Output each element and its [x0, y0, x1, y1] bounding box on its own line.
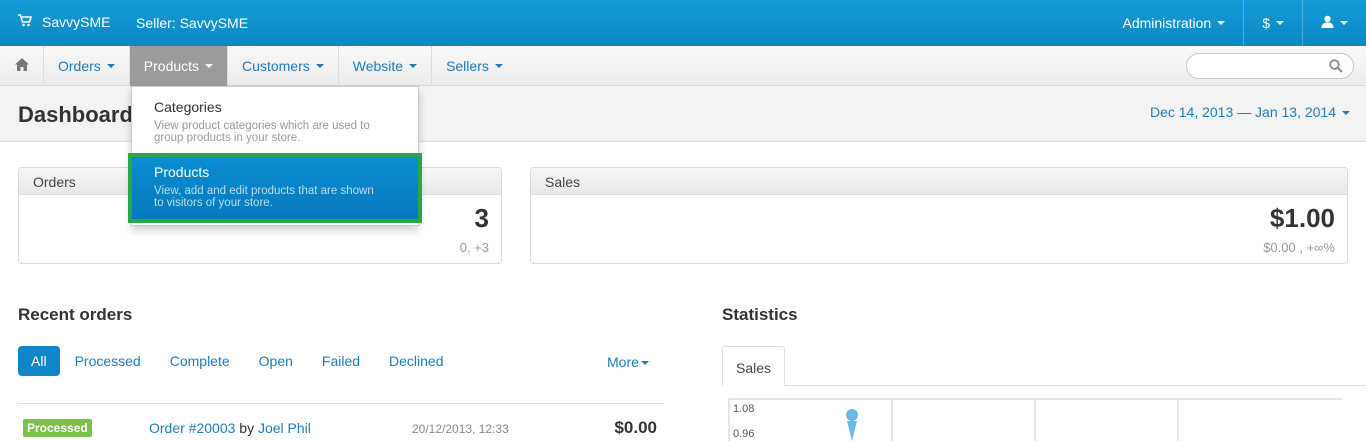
tab-all[interactable]: All: [18, 346, 60, 376]
orders-count: 3: [474, 203, 489, 233]
divider: [18, 403, 664, 404]
user-menu[interactable]: [1302, 0, 1366, 46]
desc-line: View, add and edit products that are sho…: [154, 185, 374, 197]
home-icon: [14, 58, 29, 74]
nav-customers[interactable]: Customers: [228, 46, 339, 86]
administration-label: Administration: [1122, 15, 1212, 31]
chevron-down-icon: [494, 64, 503, 68]
tab-open[interactable]: Open: [245, 347, 307, 375]
seller-label[interactable]: Seller: SavvySME: [136, 15, 248, 31]
tab-failed[interactable]: Failed: [308, 347, 374, 375]
chevron-down-icon: [640, 361, 649, 366]
order-status-tabs: All Processed Complete Open Failed Decli…: [18, 346, 459, 376]
more-tabs-menu[interactable]: More: [607, 354, 649, 370]
chevron-down-icon: [315, 64, 324, 68]
table-row: Processed Order #20003 by Joel Phil 20/1…: [18, 418, 664, 440]
tab-complete[interactable]: Complete: [156, 347, 244, 375]
chevron-down-icon: [1340, 21, 1348, 25]
main-nav: Orders Products Customers Website Seller…: [0, 46, 1366, 86]
products-dropdown-menu: Categories View product categories which…: [128, 86, 422, 226]
nav-products-label: Products: [143, 58, 200, 74]
desc-line: to visitors of your store.: [154, 197, 273, 209]
tab-sales[interactable]: Sales: [722, 346, 785, 386]
sales-chart: 1.08 0.96: [728, 398, 1342, 441]
currency-label: $: [1262, 15, 1270, 31]
search-icon[interactable]: [1329, 59, 1343, 76]
administration-menu[interactable]: Administration: [1105, 0, 1244, 46]
nav-orders[interactable]: Orders: [44, 46, 130, 86]
orders-change: 0, +3: [459, 240, 489, 255]
order-total: $0.00: [614, 418, 657, 437]
y-tick-label: 0.96: [733, 428, 754, 440]
brand[interactable]: SavvySME: [18, 14, 110, 30]
chevron-down-icon: [409, 64, 418, 68]
date-range-picker[interactable]: Dec 14, 2013 — Jan 13, 2014: [1150, 104, 1350, 120]
desc-line: group products in your store.: [154, 132, 301, 144]
top-bar: SavvySME Seller: SavvySME Administration…: [0, 0, 1366, 46]
chart-area: [847, 421, 857, 441]
statistics-title: Statistics: [722, 305, 798, 324]
brand-name: SavvySME: [42, 14, 111, 30]
currency-menu[interactable]: $: [1243, 0, 1302, 46]
recent-orders-title: Recent orders: [18, 305, 133, 324]
search-input[interactable]: [1186, 53, 1354, 79]
tab-processed[interactable]: Processed: [61, 347, 155, 375]
sales-summary-box: Sales $1.00 $0.00 , +∞%: [530, 167, 1348, 264]
status-badge: Processed: [23, 419, 92, 437]
order-by-text: by: [239, 420, 255, 436]
chevron-down-icon: [205, 64, 214, 68]
menu-item-categories-desc: View product categories which are used t…: [154, 120, 398, 144]
customer-link[interactable]: Joel Phil: [258, 420, 311, 436]
menu-item-products-title: Products: [154, 164, 210, 180]
nav-customers-label: Customers: [242, 58, 310, 74]
desc-line: View product categories which are used t…: [154, 120, 370, 132]
chevron-down-icon: [1276, 21, 1284, 25]
nav-orders-label: Orders: [58, 58, 101, 74]
nav-website-label: Website: [352, 58, 404, 74]
chevron-down-icon: [1342, 111, 1350, 116]
sales-total: $1.00: [1269, 203, 1335, 233]
menu-item-products-desc: View, add and edit products that are sho…: [154, 185, 400, 209]
nav-website[interactable]: Website: [339, 46, 433, 86]
tab-declined[interactable]: Declined: [375, 347, 457, 375]
sales-change: $0.00 , +∞%: [1263, 240, 1335, 255]
page-title: Dashboard: [18, 102, 133, 127]
data-point: [846, 409, 858, 421]
user-icon: [1321, 15, 1334, 31]
chevron-down-icon: [106, 64, 115, 68]
cart-icon: [18, 14, 33, 30]
order-date: 20/12/2013, 12:33: [412, 422, 509, 436]
menu-item-categories[interactable]: Categories View product categories which…: [132, 99, 420, 159]
menu-item-products[interactable]: Products View, add and edit products tha…: [128, 153, 422, 223]
nav-sellers[interactable]: Sellers: [432, 46, 517, 86]
nav-sellers-label: Sellers: [446, 58, 489, 74]
more-label: More: [607, 354, 639, 370]
sales-summary-label: Sales: [531, 168, 1347, 195]
menu-item-categories-title: Categories: [154, 99, 222, 115]
chevron-down-icon: [1217, 21, 1226, 25]
date-range-label: Dec 14, 2013 — Jan 13, 2014: [1149, 104, 1336, 120]
home-button[interactable]: [0, 46, 44, 86]
nav-products[interactable]: Products: [129, 46, 229, 86]
order-link[interactable]: Order #20003: [149, 420, 235, 436]
y-tick-label: 1.08: [733, 403, 754, 415]
